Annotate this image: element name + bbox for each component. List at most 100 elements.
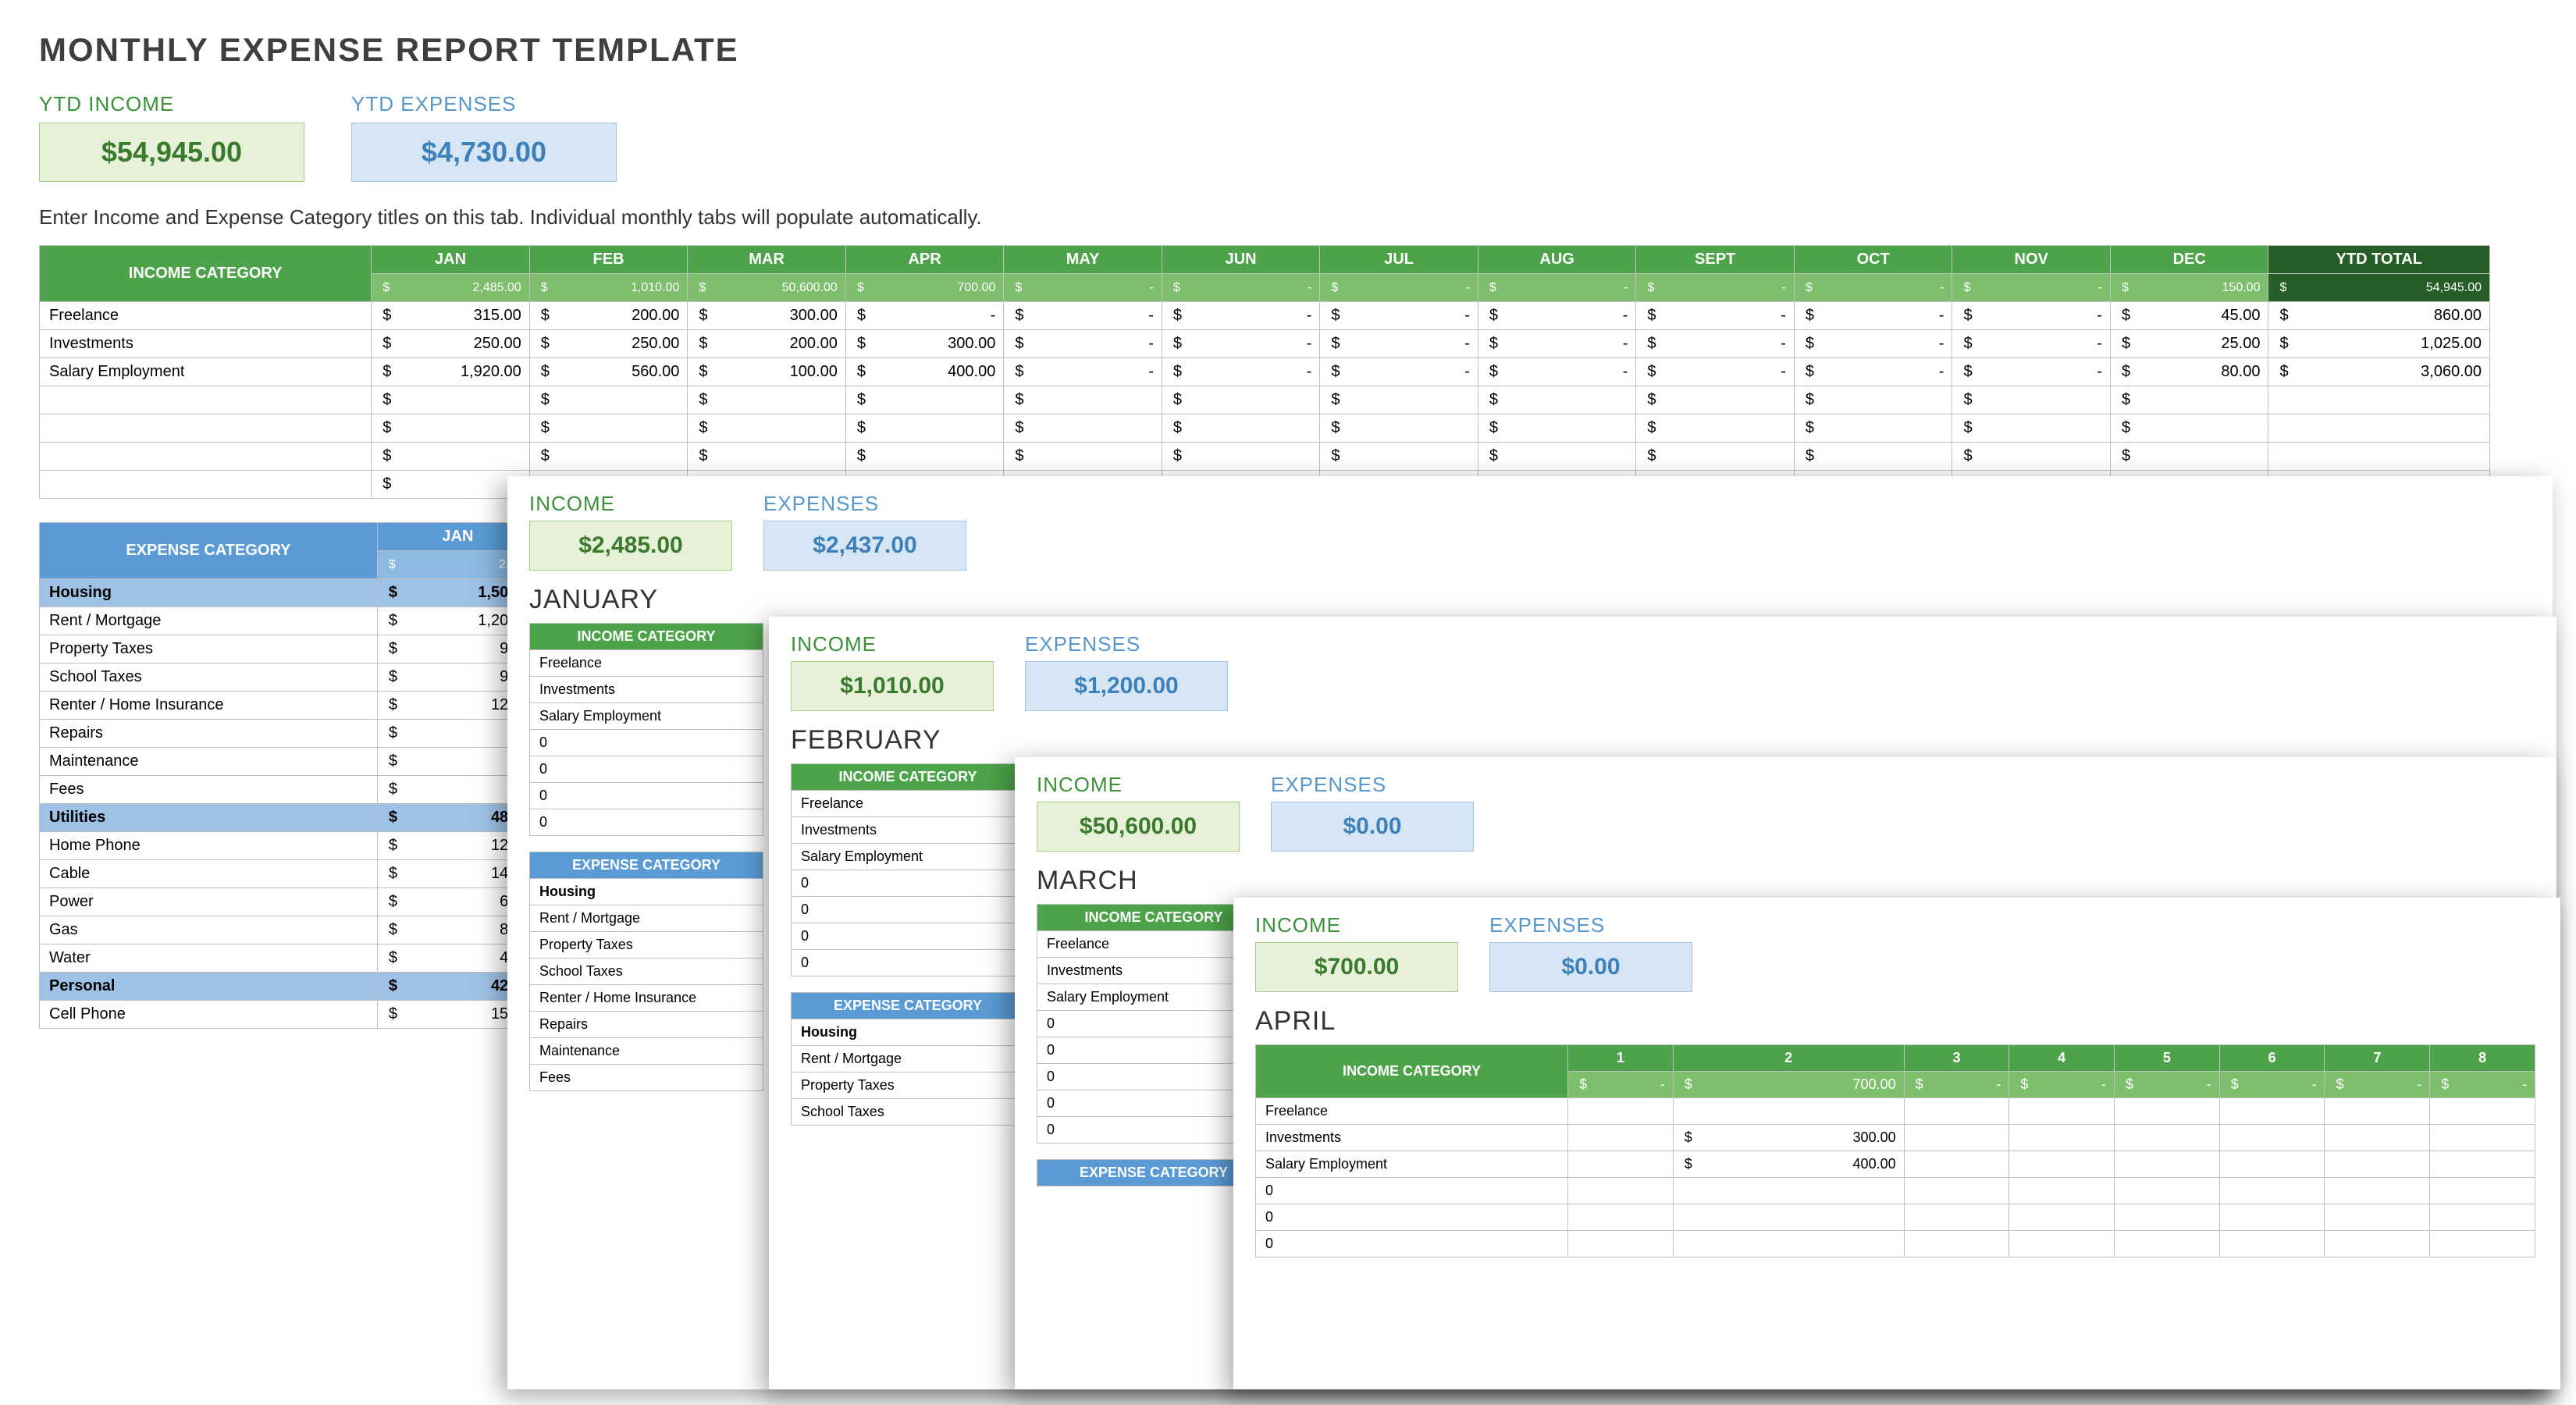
cell[interactable]: $- [1320,330,1478,358]
expense-row-name[interactable]: Housing [40,579,378,607]
cell[interactable] [2009,1151,2115,1178]
category-row[interactable]: School Taxes [792,1099,1025,1126]
cell[interactable] [1904,1178,2009,1204]
cell[interactable]: $ [1952,386,2111,414]
income-row-empty[interactable] [40,443,372,471]
cell[interactable] [1904,1204,2009,1231]
cell[interactable]: $- [1904,1072,2009,1098]
cell[interactable]: $- [1568,1072,1674,1098]
cell[interactable] [1673,1178,1904,1204]
category-row[interactable]: 0 [530,809,763,836]
category-row[interactable]: 0 [530,783,763,809]
cell[interactable]: $- [2115,1072,2220,1098]
expense-row-name[interactable]: Personal [40,973,378,1001]
cell[interactable]: $250.00 [372,330,530,358]
category-row[interactable]: Housing [530,879,763,905]
cell[interactable]: $- [1636,274,1795,302]
cell[interactable]: $- [1004,302,1162,330]
cell[interactable] [2219,1125,2325,1151]
cell[interactable]: $ [845,386,1004,414]
cell[interactable] [2219,1231,2325,1257]
cell[interactable]: $ [1636,414,1795,443]
cell[interactable]: $ [1636,443,1795,471]
expense-table[interactable]: EXPENSE CATEGORYJAN$2,437Housing$1,500.0… [39,522,539,1029]
cell[interactable] [1568,1178,1674,1204]
category-row[interactable]: Property Taxes [530,932,763,959]
cell[interactable]: $- [1478,358,1636,386]
cell[interactable] [1568,1098,1674,1125]
cell[interactable]: $ [2110,386,2268,414]
cell[interactable]: $50,600.00 [688,274,846,302]
cell[interactable] [2325,1098,2430,1125]
category-row[interactable]: Housing [792,1019,1025,1046]
income-row-empty[interactable] [40,386,372,414]
cell[interactable]: $25.00 [2110,330,2268,358]
expense-row-name[interactable]: Water [40,944,378,973]
cell[interactable]: $100.00 [688,358,846,386]
cell[interactable]: $- [1794,302,1952,330]
cell[interactable] [2430,1204,2535,1231]
cell[interactable] [2325,1231,2430,1257]
category-row[interactable]: Salary Employment [530,703,763,730]
cell[interactable]: $700.00 [1673,1072,1904,1098]
cell[interactable]: $ [1952,414,2111,443]
cell[interactable]: $ [845,414,1004,443]
cell[interactable]: $ [1478,414,1636,443]
expense-row-name[interactable]: Home Phone [40,832,378,860]
expense-row-name[interactable]: Cell Phone [40,1001,378,1029]
cell[interactable] [1568,1231,1674,1257]
cell[interactable]: $ [1952,443,2111,471]
expense-row-name[interactable]: Property Taxes [40,635,378,663]
cell[interactable]: $ [1320,443,1478,471]
cell[interactable]: $400.00 [845,358,1004,386]
cell[interactable]: $- [1162,274,1320,302]
cell[interactable]: $1,010.00 [529,274,688,302]
cell[interactable]: $ [2110,414,2268,443]
cell[interactable]: $300.00 [1673,1125,1904,1151]
cell[interactable] [2115,1178,2220,1204]
cell[interactable]: $ [1478,443,1636,471]
income-row-name[interactable]: Freelance [40,302,372,330]
expense-row-name[interactable]: Fees [40,776,378,804]
category-row[interactable]: 0 [792,870,1025,897]
cell[interactable]: $ [2110,443,2268,471]
cell[interactable] [2219,1178,2325,1204]
category-row[interactable]: 0 [792,897,1025,923]
cell[interactable]: $ [688,386,846,414]
cell[interactable]: $ [1636,386,1795,414]
cell[interactable]: $ [1478,386,1636,414]
cell[interactable] [2430,1231,2535,1257]
expense-row-name[interactable]: Cable [40,860,378,888]
category-row[interactable]: Fees [530,1065,763,1091]
income-row-name[interactable]: 0 [1256,1178,1568,1204]
expense-row-name[interactable]: Power [40,888,378,916]
category-row[interactable]: Investments [530,677,763,703]
apr-income-table[interactable]: INCOME CATEGORY12345678$-$700.00$-$-$-$-… [1255,1044,2535,1257]
cell[interactable] [1904,1098,2009,1125]
cell[interactable]: $ [529,443,688,471]
cell[interactable] [1673,1204,1904,1231]
cell[interactable]: $- [1636,330,1795,358]
cell[interactable]: $- [1320,358,1478,386]
income-row-empty[interactable] [40,414,372,443]
cell[interactable]: $ [688,443,846,471]
cell[interactable]: $ [1004,443,1162,471]
cell[interactable]: $- [1320,302,1478,330]
cell[interactable] [2268,386,2490,414]
cell[interactable]: $ [372,443,530,471]
cell[interactable] [2115,1151,2220,1178]
income-row-name[interactable]: Freelance [1256,1098,1568,1125]
cell[interactable]: $- [1952,274,2111,302]
cell[interactable] [1568,1204,1674,1231]
cell[interactable]: $- [1952,302,2111,330]
feb-expense-table[interactable]: EXPENSE CATEGORYHousingRent / MortgagePr… [791,992,1025,1126]
cell[interactable] [1904,1231,2009,1257]
cell[interactable]: $ [372,471,530,499]
cell[interactable] [2325,1151,2430,1178]
cell[interactable]: $- [1636,302,1795,330]
cell[interactable]: $300.00 [688,302,846,330]
income-row-name[interactable]: Investments [40,330,372,358]
category-row[interactable]: Salary Employment [792,844,1025,870]
cell[interactable]: $- [1162,330,1320,358]
cell[interactable] [2009,1204,2115,1231]
